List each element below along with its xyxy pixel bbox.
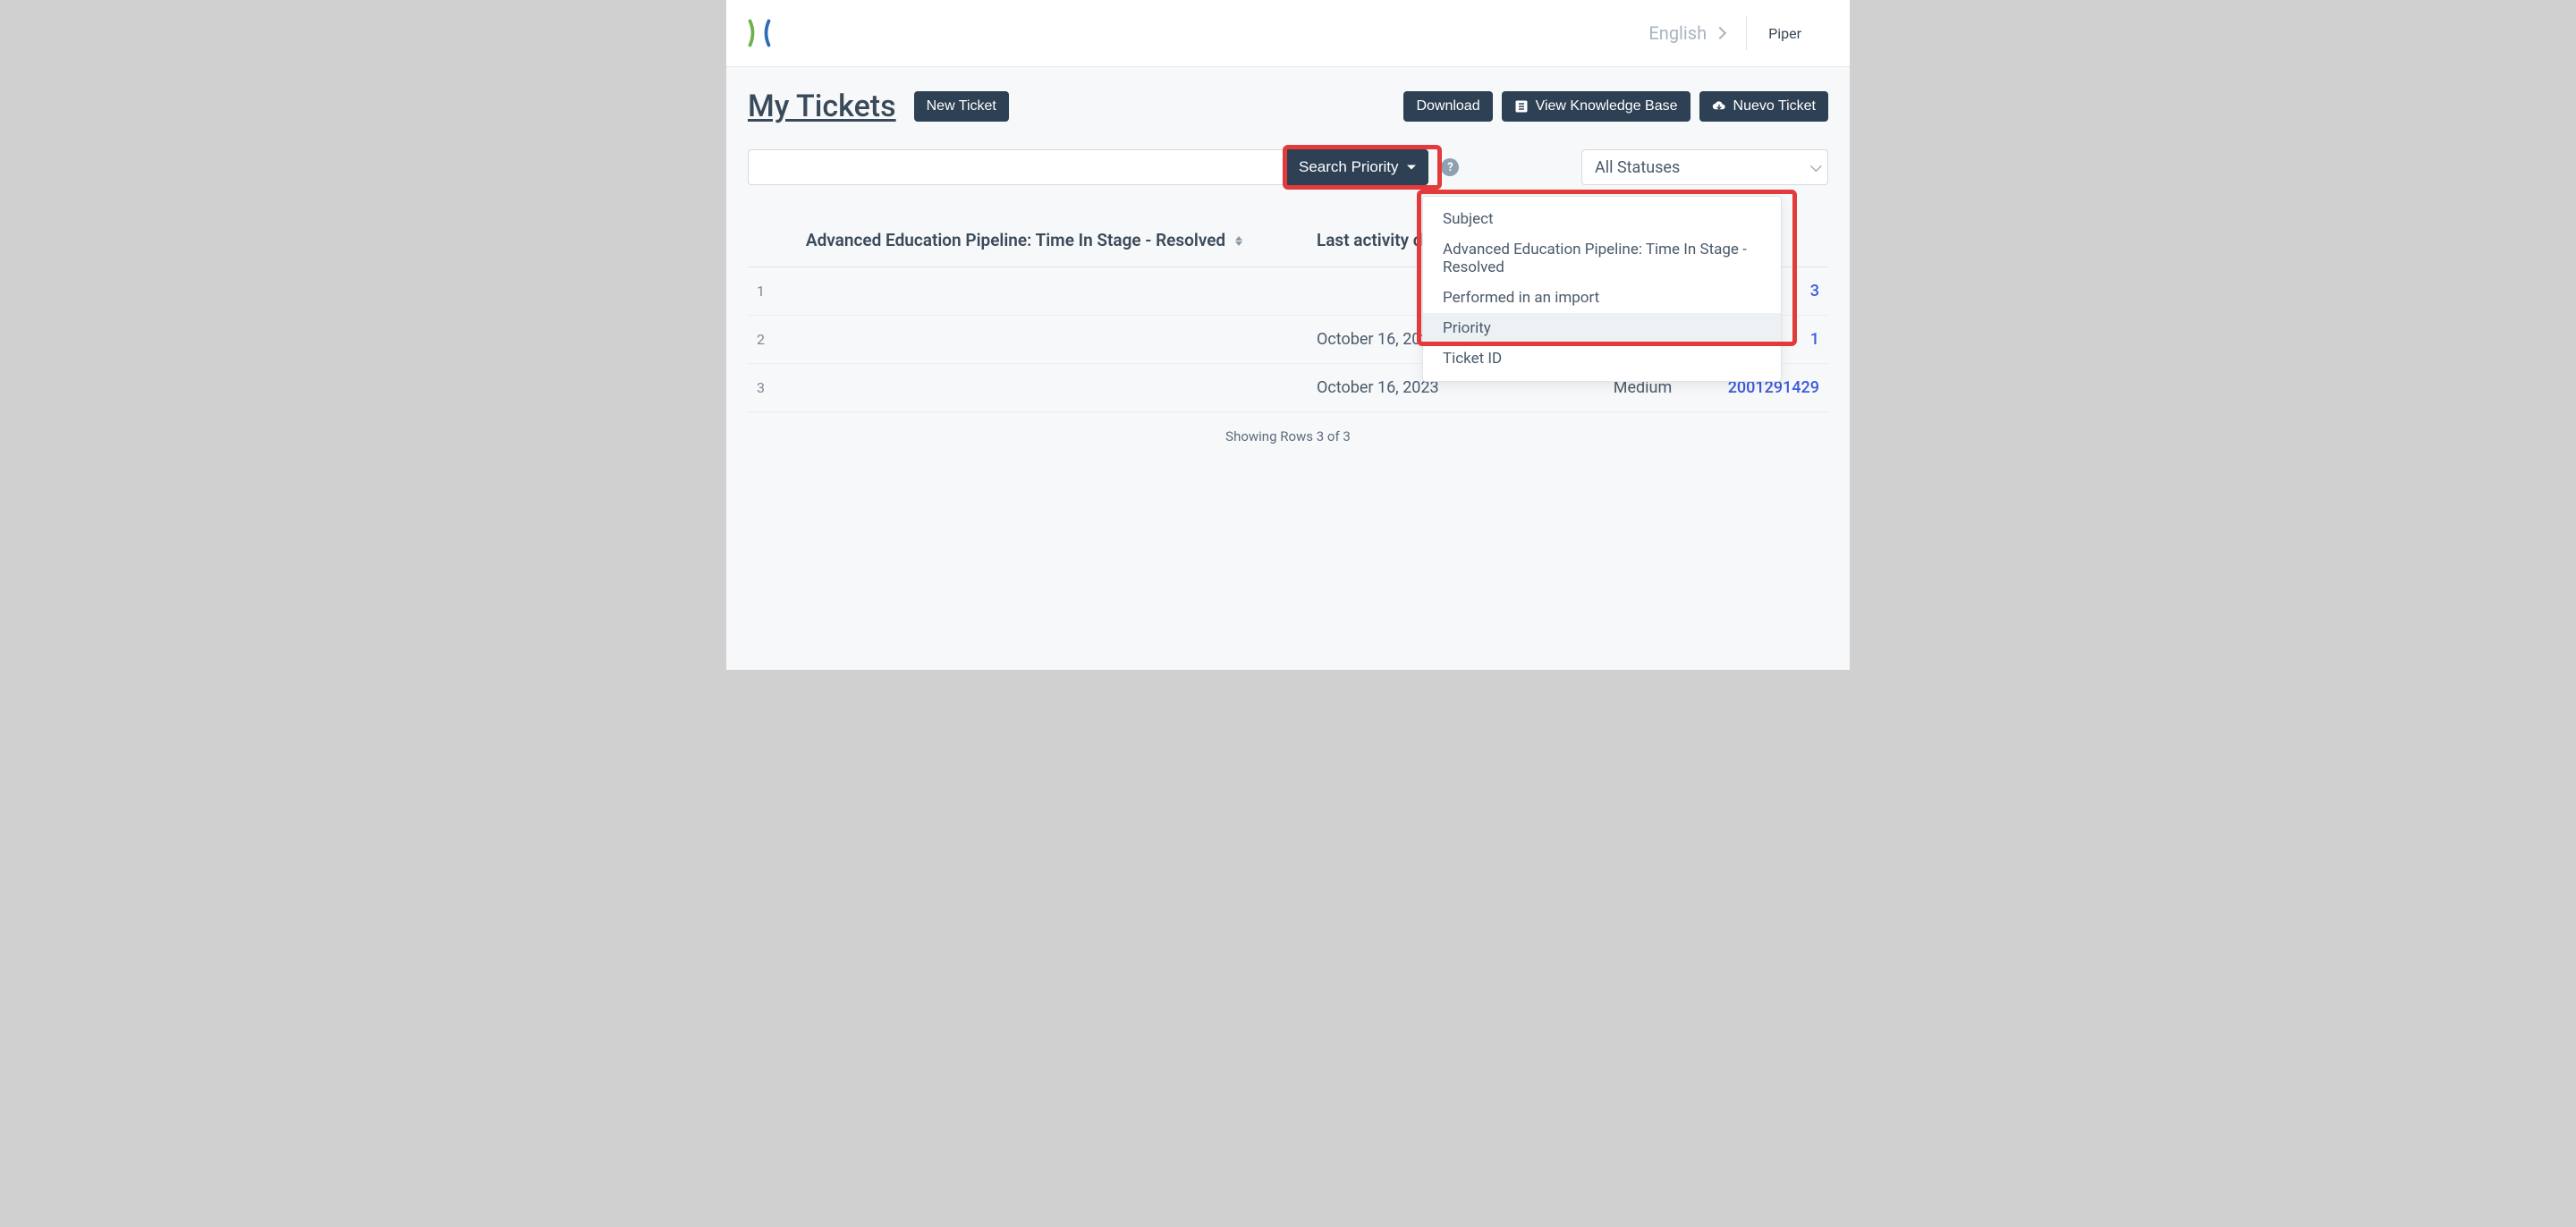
page-body: My Tickets New Ticket Download View Know… (726, 67, 1850, 466)
logo-icon (746, 18, 773, 48)
search-by-button[interactable]: Search Priority (1283, 149, 1428, 185)
sort-icon (1235, 236, 1242, 246)
ticket-link[interactable]: 1 (1810, 330, 1819, 349)
button-label: New Ticket (927, 98, 996, 114)
button-label: Nuevo Ticket (1733, 98, 1816, 114)
dropdown-item[interactable]: Priority (1423, 313, 1781, 343)
col-index (748, 214, 797, 267)
new-ticket-button[interactable]: New Ticket (914, 91, 1009, 122)
app-header: English Piper (726, 0, 1850, 67)
title-bar: My Tickets New Ticket Download View Know… (748, 89, 1828, 124)
logo[interactable] (746, 18, 773, 48)
book-icon (1514, 99, 1529, 114)
status-filter-select[interactable]: All Statuses (1581, 149, 1828, 185)
divider (1746, 16, 1747, 50)
row-index: 2 (748, 316, 797, 364)
row-subject (797, 267, 1308, 316)
col-subject-header[interactable]: Advanced Education Pipeline: Time In Sta… (797, 214, 1308, 267)
button-label: Download (1416, 98, 1479, 114)
cloud-download-icon (1712, 99, 1726, 114)
button-label: View Knowledge Base (1536, 98, 1678, 114)
language-picker[interactable]: English (1648, 22, 1724, 44)
download-button[interactable]: Download (1403, 91, 1492, 122)
search-group: Search Priority (748, 149, 1428, 185)
row-subject (797, 364, 1308, 412)
status-filter-label: All Statuses (1595, 158, 1680, 177)
chevron-right-icon (1714, 27, 1726, 39)
caret-down-icon (1407, 165, 1416, 170)
search-by-label: Search Priority (1299, 158, 1398, 176)
row-index: 1 (748, 267, 797, 316)
chevron-down-icon (1809, 165, 1818, 170)
avatar-icon (1810, 23, 1830, 43)
filter-bar: Search Priority ? All Statuses SubjectAd… (748, 149, 1828, 185)
dropdown-item[interactable]: Performed in an import (1423, 283, 1781, 313)
nuevo-ticket-button[interactable]: Nuevo Ticket (1699, 91, 1828, 122)
dropdown-item[interactable]: Ticket ID (1423, 343, 1781, 374)
app-frame: English Piper My Tickets New Ticket (726, 0, 1850, 670)
dropdown-item[interactable]: Advanced Education Pipeline: Time In Sta… (1423, 234, 1781, 283)
user-menu[interactable]: Piper (1768, 23, 1830, 43)
header-right: English Piper (1648, 16, 1830, 50)
ticket-link[interactable]: 3 (1810, 282, 1819, 300)
dropdown-item[interactable]: Subject (1423, 204, 1781, 234)
knowledge-base-button[interactable]: View Knowledge Base (1502, 91, 1690, 122)
page-title: My Tickets (748, 89, 896, 124)
pager-info: Showing Rows 3 of 3 (748, 428, 1828, 444)
user-name: Piper (1768, 25, 1801, 42)
row-index: 3 (748, 364, 797, 412)
search-field-dropdown: SubjectAdvanced Education Pipeline: Time… (1422, 196, 1782, 382)
col-subject-label: Advanced Education Pipeline: Time In Sta… (806, 230, 1225, 250)
search-input[interactable] (748, 149, 1283, 185)
row-subject (797, 316, 1308, 364)
language-label: English (1648, 22, 1707, 44)
help-icon[interactable]: ? (1441, 158, 1459, 176)
title-bar-actions: Download View Knowledge Base Nuevo Ticke… (1403, 91, 1828, 122)
